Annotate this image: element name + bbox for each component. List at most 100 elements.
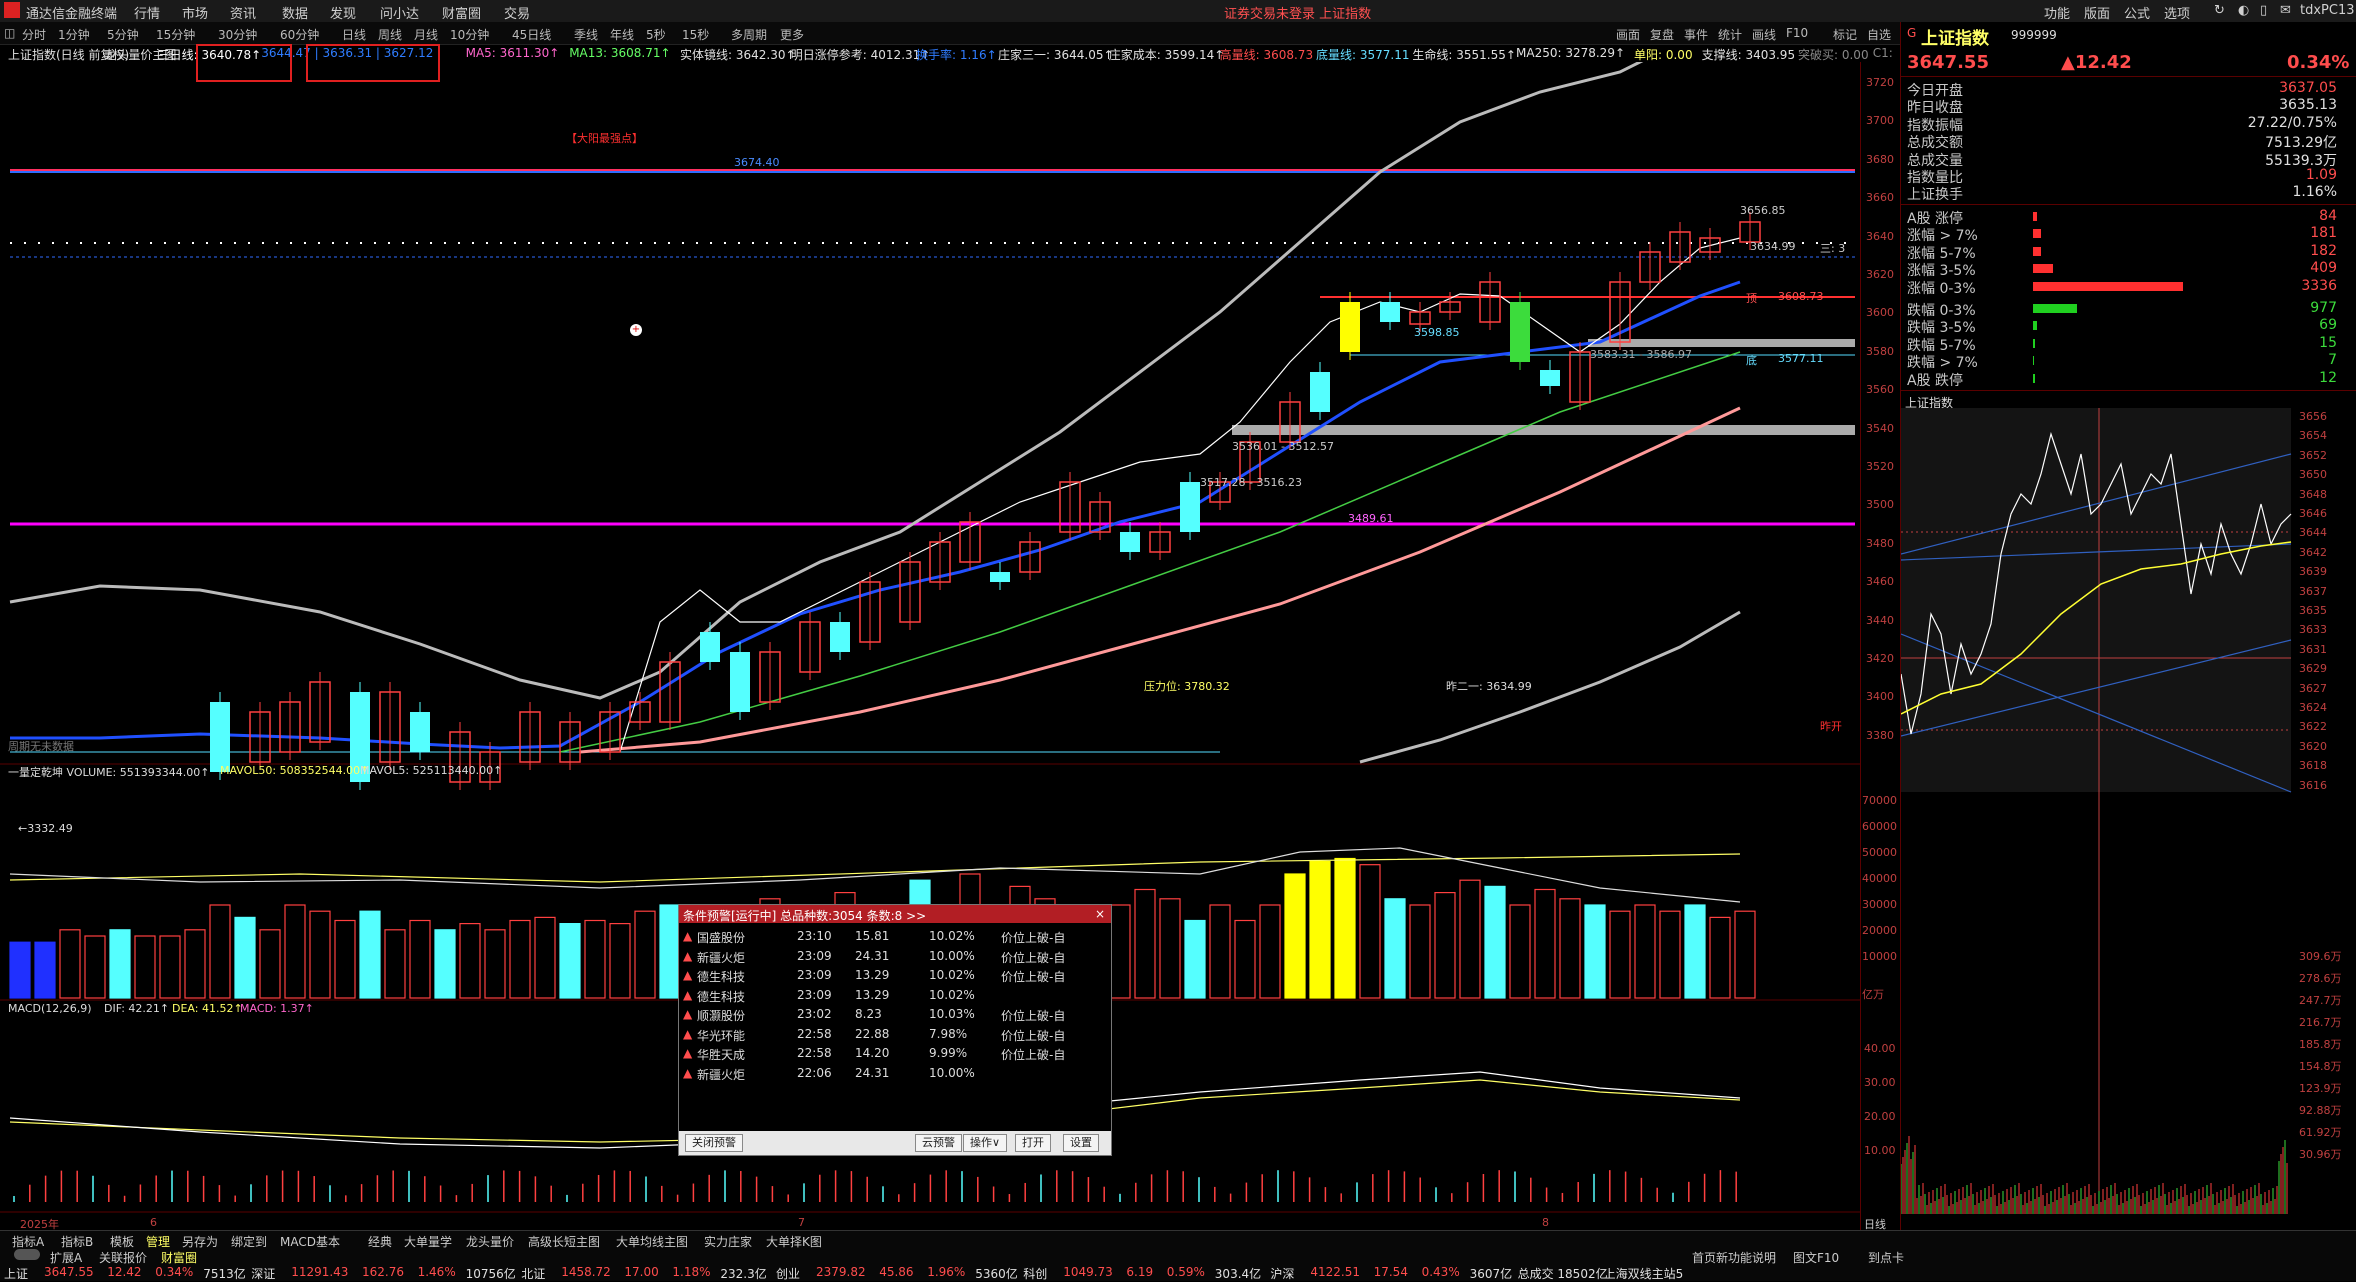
volume-bar[interactable] [134, 935, 156, 999]
volume-bar[interactable] [1684, 904, 1706, 999]
candle-down[interactable] [1340, 302, 1360, 352]
chart-tool-6[interactable]: 标记 [1833, 26, 1857, 43]
volume-bar[interactable] [1259, 904, 1281, 999]
menu-layout[interactable]: 版面 [2084, 3, 2110, 22]
extension-tab-1[interactable]: 关联报价 [99, 1249, 147, 1266]
period-tab-8[interactable]: 月线 [414, 26, 438, 43]
phone-icon[interactable]: ▯ [2260, 3, 2267, 18]
indicator-tab-11[interactable]: 大单均线主图 [616, 1233, 688, 1250]
indicator-tab-9[interactable]: 龙头量价 [466, 1233, 514, 1250]
period-tab-6[interactable]: 日线 [342, 26, 366, 43]
refresh-icon[interactable]: ↻ [2214, 3, 2225, 18]
menu-trade[interactable]: 交易 [504, 3, 530, 22]
indicator-tab-1[interactable]: 指标B [61, 1233, 93, 1250]
menu-data[interactable]: 数据 [282, 3, 308, 22]
indicator-tab-0[interactable]: 指标A [12, 1233, 44, 1250]
cloud-alert-button[interactable]: 云预警 [915, 1134, 962, 1152]
indicator-tab-4[interactable]: 另存为 [182, 1233, 218, 1250]
volume-bar[interactable] [234, 916, 256, 999]
period-tab-11[interactable]: 季线 [574, 26, 598, 43]
volume-bar[interactable] [1584, 904, 1606, 999]
alert-row[interactable]: ▲ 德生科技 23:09 13.29 10.02% [679, 986, 1099, 1005]
candle-down[interactable] [1120, 532, 1140, 552]
volume-bar[interactable] [484, 929, 506, 999]
skin-icon[interactable]: ◐ [2238, 3, 2249, 18]
period-tab-14[interactable]: 15秒 [682, 26, 709, 43]
volume-bar[interactable] [1209, 904, 1231, 999]
volume-bar[interactable] [1359, 864, 1381, 999]
bottom-right-link-2[interactable]: 到点卡 [1868, 1249, 1904, 1266]
operations-button[interactable]: 操作∨ [963, 1134, 1008, 1152]
alert-row[interactable]: ▲ 华光环能 22:58 22.88 7.98% 价位上破-自 [679, 1025, 1099, 1044]
chart-tool-0[interactable]: 画面 [1616, 26, 1640, 43]
toggle-switch-icon[interactable] [14, 1249, 40, 1260]
chart-tool-4[interactable]: 画线 [1752, 26, 1776, 43]
volume-bar[interactable] [1284, 873, 1306, 999]
period-tab-9[interactable]: 10分钟 [450, 26, 489, 43]
candle-down[interactable] [1510, 302, 1530, 362]
volume-bar[interactable] [159, 935, 181, 999]
candle-down[interactable] [1180, 482, 1200, 532]
extension-tab-0[interactable]: 扩展A [50, 1249, 82, 1266]
volume-bar[interactable] [634, 910, 656, 999]
volume-bar[interactable] [1334, 857, 1356, 999]
cursor-plus-icon[interactable]: + [630, 324, 642, 336]
period-tab-2[interactable]: 5分钟 [107, 26, 139, 43]
indicator-tab-5[interactable]: 绑定到 [231, 1233, 267, 1250]
volume-bar[interactable] [1609, 910, 1631, 999]
period-tab-16[interactable]: 更多 [780, 26, 804, 43]
volume-bar[interactable] [1184, 919, 1206, 999]
period-tab-1[interactable]: 1分钟 [58, 26, 90, 43]
volume-bar[interactable] [1409, 904, 1431, 999]
volume-bar[interactable] [1559, 898, 1581, 999]
menu-function[interactable]: 功能 [2044, 3, 2070, 22]
period-tab-12[interactable]: 年线 [610, 26, 634, 43]
volume-bar[interactable] [1434, 891, 1456, 999]
close-icon[interactable]: × [1095, 907, 1105, 921]
candle-down[interactable] [1380, 302, 1400, 322]
chart-tool-5[interactable]: F10 [1786, 26, 1808, 40]
volume-bar[interactable] [84, 935, 106, 999]
volume-bar[interactable] [1709, 916, 1731, 999]
candle-down[interactable] [700, 632, 720, 662]
volume-bar[interactable] [309, 910, 331, 999]
volume-bar[interactable] [509, 919, 531, 999]
volume-bar[interactable] [1384, 898, 1406, 999]
volume-bar[interactable] [209, 904, 231, 999]
volume-bar[interactable] [59, 929, 81, 999]
alert-row[interactable]: ▲ 顺灏股份 23:02 8.23 10.03% 价位上破-自 [679, 1005, 1099, 1024]
menu-discover[interactable]: 发现 [330, 3, 356, 22]
bottom-right-link-1[interactable]: 图文F10 [1793, 1249, 1839, 1266]
volume-bar[interactable] [359, 910, 381, 999]
indicator-tab-3[interactable]: 管理 [146, 1233, 170, 1250]
menu-info[interactable]: 资讯 [230, 3, 256, 22]
period-tab-4[interactable]: 30分钟 [218, 26, 257, 43]
volume-bar[interactable] [9, 941, 31, 999]
extension-tab-2[interactable]: 财富圈 [161, 1249, 197, 1266]
volume-bar[interactable] [1659, 910, 1681, 999]
volume-bar[interactable] [1484, 885, 1506, 999]
alert-popup[interactable]: 条件预警[运行中] 总品种数:3054 条数:8 >> × ▲ 国盛股份 23:10… [678, 904, 1112, 1156]
volume-bar[interactable] [384, 929, 406, 999]
volume-bar[interactable] [1159, 898, 1181, 999]
volume-bar[interactable] [459, 922, 481, 999]
alert-row[interactable]: ▲ 新疆火炬 23:09 24.31 10.00% 价位上破-自 [679, 947, 1099, 966]
volume-bar[interactable] [584, 919, 606, 999]
volume-bar[interactable] [1309, 860, 1331, 999]
volume-bar[interactable] [109, 929, 131, 999]
menu-market[interactable]: 市场 [182, 3, 208, 22]
volume-bar[interactable] [334, 919, 356, 999]
menu-ask[interactable]: 问小达 [380, 3, 419, 22]
period-tab-13[interactable]: 5秒 [646, 26, 666, 43]
menu-formula[interactable]: 公式 [2124, 3, 2150, 22]
chart-tool-3[interactable]: 统计 [1718, 26, 1742, 43]
period-tab-3[interactable]: 15分钟 [156, 26, 195, 43]
account-name[interactable]: tdxPC13 [2300, 3, 2355, 18]
menu-quote[interactable]: 行情 [134, 3, 160, 22]
candle-down[interactable] [210, 702, 230, 772]
volume-bar[interactable] [184, 929, 206, 999]
mail-icon[interactable]: ✉ [2280, 3, 2291, 18]
indicator-tab-13[interactable]: 大单择K图 [766, 1233, 822, 1250]
volume-bar[interactable] [1634, 904, 1656, 999]
period-tab-0[interactable]: 分时 [22, 26, 46, 43]
